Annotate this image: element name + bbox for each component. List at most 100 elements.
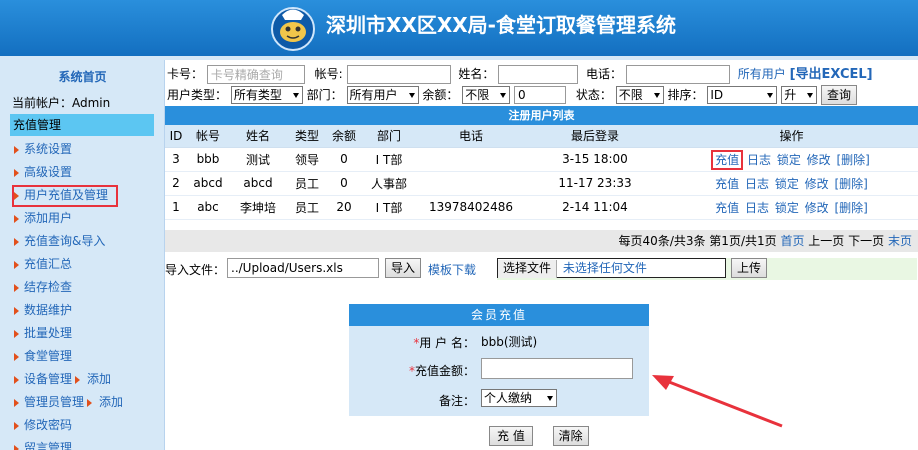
sidebar-item-add-user[interactable]: 添加用户 [14,207,123,230]
chevron-down-icon [408,93,415,98]
amount-input[interactable] [481,358,633,379]
choose-file-button[interactable]: 选择文件 [498,259,558,278]
sidebar-section-recharge[interactable]: 充值管理 [10,114,154,136]
sidebar-item-data-maintenance[interactable]: 数据维护 [14,299,123,322]
chevron-down-icon [547,396,553,401]
cell-id: 1 [165,195,187,220]
last-page-link[interactable]: 末页 [888,234,912,248]
table-row: 2 abcd abcd 员工 0 人事部 11-17 23:33 充值 日志 锁… [165,171,918,196]
next-page-link[interactable]: 下一页 [848,234,884,248]
sidebar-subitem-add-admin[interactable]: 添加 [99,395,123,409]
sidebar-item-balance-check[interactable]: 结存检查 [14,276,123,299]
label-text: 充值金额： [414,364,475,378]
import-button[interactable]: 导入 [385,258,422,278]
first-page-link[interactable]: 首页 [780,234,804,248]
log-link[interactable]: 日志 [745,201,769,215]
edit-link[interactable]: 修改 [805,201,829,215]
sidebar-item-batch-processing[interactable]: 批量处理 [14,322,123,345]
user-list-title: 注册用户列表 [165,106,918,125]
card-number-input[interactable] [206,65,305,84]
table-row: 3 bbb 测试 领导 0 I T部 3-15 18:00 充值 日志 锁定 修… [165,147,918,172]
log-link[interactable]: 日志 [745,177,769,191]
sidebar-subitem-add-device[interactable]: 添加 [87,372,111,386]
column-header: 类型 [287,125,327,148]
account-input[interactable] [346,65,451,84]
no-file-text: 未选择任何文件 [562,261,647,275]
sort-field-select[interactable]: ID [707,86,778,104]
arrow-right-icon [14,168,19,177]
sidebar-item-device-management[interactable]: 设备管理 添加 [14,368,123,391]
upload-button[interactable]: 上传 [731,258,768,278]
delete-link[interactable]: [删除] [835,201,868,215]
import-path-input[interactable] [227,258,379,278]
export-excel-link[interactable]: [导出EXCEL] [790,67,873,82]
query-button[interactable]: 查询 [821,85,858,105]
sidebar-item-label: 设备管理 [24,372,73,386]
phone-input[interactable] [625,65,730,84]
dept-select[interactable]: 所有用户 [346,86,419,104]
import-row: 导入文件： 导入 模板下载 选择文件 未选择任何文件 上传 [165,256,918,282]
edit-link[interactable]: 修改 [807,153,831,167]
sidebar-item-canteen-management[interactable]: 食堂管理 [14,345,123,368]
sidebar-item-user-recharge[interactable]: 用户充值及管理 [12,184,123,207]
lock-link[interactable]: 锁定 [777,153,801,167]
note-select[interactable]: 个人缴纳 [481,389,557,407]
cell-type: 员工 [287,171,327,196]
template-download-link[interactable]: 模板下载 [428,261,476,278]
sidebar-item-label: 结存检查 [24,280,73,294]
recharge-link[interactable]: 充值 [715,201,739,215]
main-content: 卡号： 帐号: 姓名： 电话： 所有用户 [导出EXCEL] 用户类型： 所有类… [165,60,918,450]
chevron-down-icon [292,93,299,98]
cell-last-login: 3-15 18:00 [525,147,665,172]
lock-link[interactable]: 锁定 [775,201,799,215]
recharge-submit-button[interactable]: 充 值 [489,426,533,446]
cell-name: 李坤培 [229,195,287,220]
status-select[interactable]: 不限 [615,86,664,104]
sidebar-item-system-settings[interactable]: 系统设置 [14,138,123,161]
arrow-right-icon [14,306,19,315]
edit-link[interactable]: 修改 [805,177,829,191]
sidebar-item-advanced-settings[interactable]: 高级设置 [14,161,123,184]
card-label: 卡号： [167,67,204,81]
clear-button[interactable]: 清除 [552,426,589,446]
prev-page-link[interactable]: 上一页 [808,234,844,248]
recharge-form-body: *用 户 名： bbb(测试) *充值金额： 备注： 个人缴纳 [349,326,649,416]
name-input[interactable] [498,65,579,84]
select-value: 所有类型 [233,88,282,102]
log-link[interactable]: 日志 [747,153,771,167]
table-row: 1 abc 李坤培 员工 20 I T部 13978402486 2-14 11… [165,195,918,220]
cell-account: bbb [187,147,229,172]
cell-dept: I T部 [361,147,417,172]
lock-link[interactable]: 锁定 [775,177,799,191]
sidebar-item-recharge-summary[interactable]: 充值汇总 [14,253,123,276]
sort-label: 排序： [667,87,704,102]
username-value: bbb(测试) [481,335,538,349]
sidebar: 系统首页 当前帐户：Admin 充值管理 系统设置 高级设置 用户充值及管理 添… [0,60,165,450]
recharge-link[interactable]: 充值 [715,177,739,191]
phone-label: 电话： [586,67,623,81]
sidebar-item-change-password[interactable]: 修改密码 [14,414,123,437]
arrow-right-icon [14,329,19,338]
sidebar-item-recharge-query[interactable]: 充值查询&导入 [14,230,123,253]
recharge-link[interactable]: 充值 [711,149,744,170]
sidebar-item-label: 批量处理 [24,326,73,340]
delete-link[interactable]: [删除] [837,153,870,167]
filter-row-2: 用户类型： 所有类型 部门： 所有用户 余额： 不限 状态： 不限 排序： ID… [167,85,858,107]
chevron-down-icon [653,93,660,98]
user-type-select[interactable]: 所有类型 [230,86,303,104]
delete-link[interactable]: [删除] [835,177,868,191]
sidebar-home-link[interactable]: 系统首页 [0,68,165,85]
logo-icon [271,7,315,51]
sort-direction-select[interactable]: 升 [781,86,818,104]
cell-id: 2 [165,171,187,196]
user-table: ID 帐号 姓名 类型 余额 部门 电话 最后登录 操作 3 bbb 测试 领导… [165,125,918,220]
cell-last-login: 2-14 11:04 [525,195,665,220]
all-users-link[interactable]: 所有用户 [738,67,786,81]
file-picker[interactable]: 选择文件 未选择任何文件 [497,258,726,278]
balance-input[interactable] [514,86,567,104]
sidebar-item-label: 管理员管理 [24,395,85,409]
sidebar-item-admin-management[interactable]: 管理员管理 添加 [14,391,123,414]
balance-op-select[interactable]: 不限 [462,86,511,104]
sidebar-item-message-management[interactable]: 留言管理 [14,437,123,450]
cell-balance: 20 [327,195,361,220]
